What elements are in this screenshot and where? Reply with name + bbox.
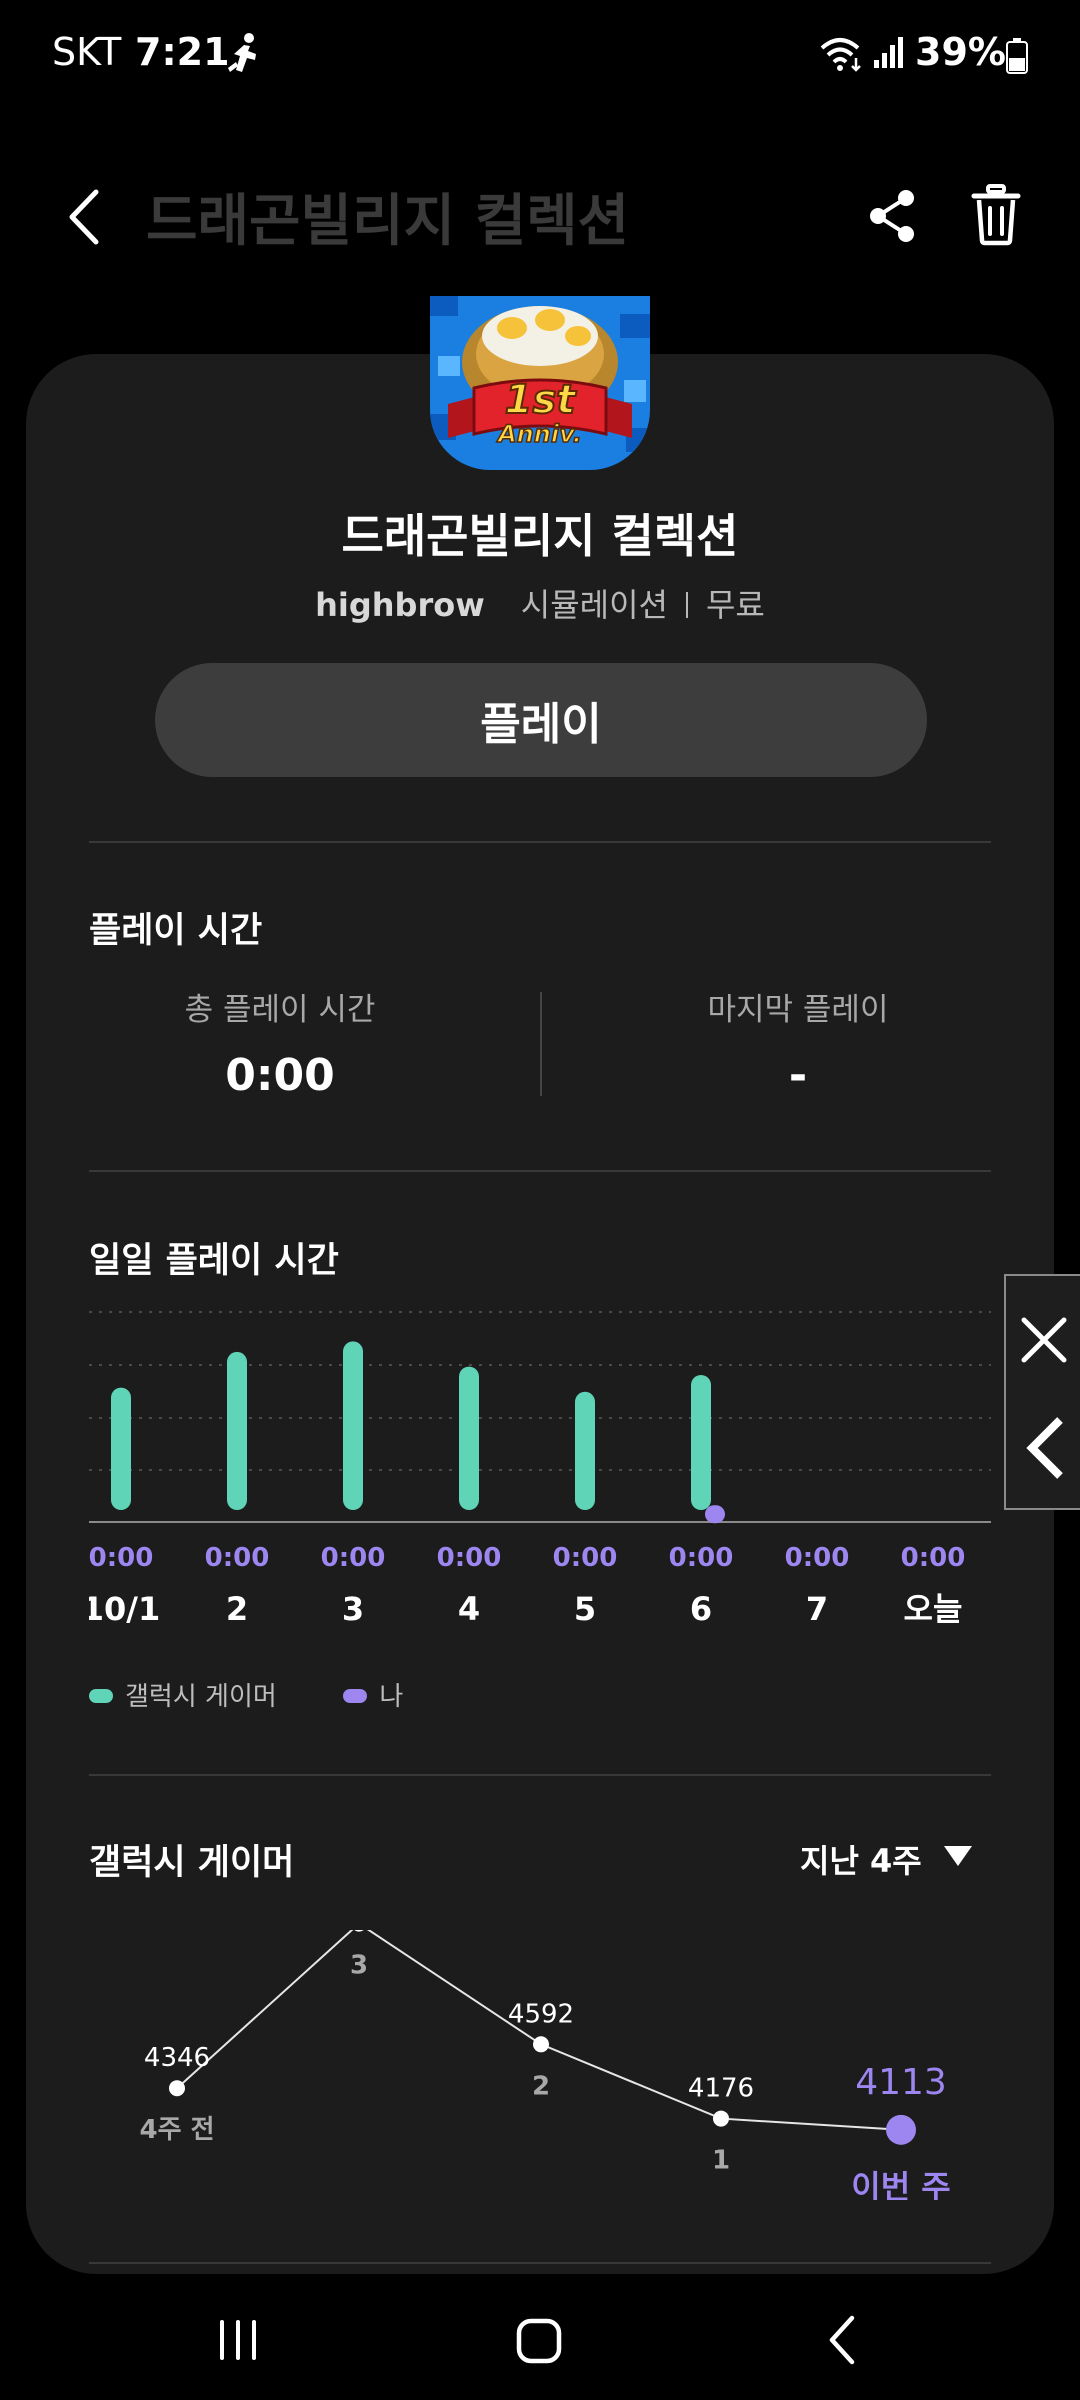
price-label: 무료	[705, 586, 765, 624]
back-arrow-icon[interactable]	[60, 182, 110, 252]
weekly-gamer-chart: 43464주 전5268345922417614113이번 주	[140, 1930, 951, 2200]
daily-time-label: 0:00	[669, 1543, 734, 1573]
divider	[89, 1774, 991, 1776]
runner-icon	[228, 33, 256, 72]
vertical-divider	[540, 992, 542, 1096]
daily-time-label: 0:00	[89, 1543, 153, 1573]
dropdown-triangle-icon[interactable]	[944, 1846, 972, 1866]
home-icon[interactable]	[514, 2316, 564, 2366]
divider	[89, 2262, 991, 2264]
daily-play-time-chart: 0:00 10/1 0:00 2 0:00 3 0:00 4 0:00 5 0:00 6 0:00 7 0:…	[89, 1311, 991, 1628]
galaxy-gamer-title: 갤럭시 게이머	[89, 1843, 295, 1883]
daily-day-label: 10/1	[89, 1590, 160, 1628]
gamer-bar	[227, 1351, 247, 1510]
weekly-category-label: 3	[350, 1951, 368, 1981]
current-week-point	[886, 2114, 916, 2145]
divider	[89, 841, 991, 843]
recent-apps-icon[interactable]	[216, 2318, 260, 2362]
floating-panel-icons	[1006, 1276, 1080, 1506]
trash-icon[interactable]	[970, 184, 1022, 246]
weekly-value-label: 4346	[144, 2043, 210, 2073]
navigation-bar	[0, 2284, 1080, 2400]
daily-time-label: 0:00	[901, 1543, 966, 1573]
daily-day-label: 5	[574, 1590, 596, 1628]
gamer-bar	[343, 1341, 363, 1510]
battery-percent: 39%	[915, 30, 1006, 74]
daily-day-label: 오늘	[904, 1590, 963, 1628]
clock: 7:21	[135, 30, 230, 74]
weekly-category-label: 4주 전	[140, 2115, 215, 2145]
daily-day-label: 2	[226, 1590, 248, 1628]
divider	[89, 1170, 991, 1172]
weekly-value-label: 4176	[688, 2074, 754, 2104]
floating-panel	[1004, 1274, 1080, 1510]
daily-play-time-title: 일일 플레이 시간	[89, 1241, 339, 1281]
carrier-label: SKT	[52, 30, 122, 74]
share-icon[interactable]	[866, 188, 918, 244]
last-play-value: -	[788, 1050, 808, 1101]
weekly-point	[713, 2110, 729, 2127]
meta-separator	[685, 592, 688, 618]
developer-name[interactable]: highbrow	[315, 586, 485, 624]
total-play-time-value: 0:00	[225, 1050, 335, 1101]
daily-time-label: 0:00	[321, 1543, 386, 1573]
weekly-value-label: 4113	[855, 2062, 947, 2103]
svg-text:1st: 1st	[505, 377, 578, 423]
period-dropdown-label[interactable]: 지난 4주	[800, 1836, 922, 1882]
collapse-arrow-icon[interactable]	[1006, 1386, 1080, 1506]
daily-time-label: 0:00	[785, 1543, 850, 1573]
game-icon-art: 1st Anniv.	[430, 296, 650, 470]
weekly-value-label: 4592	[508, 1999, 574, 2029]
gamer-bar	[575, 1391, 595, 1510]
daily-day-label: 6	[690, 1590, 712, 1628]
battery-icon	[1006, 38, 1028, 74]
nav-back-icon[interactable]	[826, 2314, 860, 2366]
daily-day-label: 3	[342, 1590, 364, 1628]
legend-me-swatch	[343, 1689, 368, 1703]
play-time-title: 플레이 시간	[89, 911, 263, 951]
close-icon[interactable]	[1006, 1276, 1080, 1386]
daily-time-label: 0:00	[205, 1543, 270, 1573]
weekly-category-label: 이번 주	[851, 2168, 950, 2200]
game-icon: 1st Anniv.	[430, 296, 650, 470]
daily-time-label: 0:00	[437, 1543, 502, 1573]
weekly-category-label: 1	[712, 2146, 730, 2176]
gamer-bar	[691, 1375, 711, 1510]
weekly-point	[354, 1930, 364, 1932]
status-bar: SKT 7:21 39%	[0, 0, 1080, 110]
gamer-bar	[111, 1387, 131, 1510]
my-bar	[705, 1505, 725, 1524]
legend-gamer-label: 갤럭시 게이머	[125, 1682, 277, 1712]
svg-text:Anniv.: Anniv.	[496, 420, 582, 448]
genre-label: 시뮬레이션	[520, 586, 668, 624]
weekly-category-label: 2	[532, 2071, 550, 2101]
signal-icon	[874, 37, 903, 68]
wifi-icon	[820, 38, 861, 72]
legend-gamer-swatch	[89, 1689, 113, 1703]
gamer-bar	[459, 1366, 479, 1510]
daily-time-label: 0:00	[553, 1543, 618, 1573]
chart-legend: 갤럭시 게이머 나	[89, 1676, 403, 1713]
last-play-label: 마지막 플레이	[707, 992, 889, 1028]
total-play-time-label: 총 플레이 시간	[184, 992, 376, 1028]
page-title: 드래곤빌리지 컬렉션	[146, 189, 630, 254]
weekly-point	[169, 2080, 185, 2097]
game-name: 드래곤빌리지 컬렉션	[341, 509, 739, 563]
weekly-point	[533, 2036, 549, 2053]
game-meta: highbrow 시뮬레이션 무료	[0, 580, 1080, 626]
daily-day-label: 4	[458, 1590, 480, 1628]
play-button[interactable]: 플레이	[155, 663, 927, 777]
legend-me-label: 나	[379, 1682, 404, 1712]
daily-day-label: 7	[806, 1590, 828, 1628]
